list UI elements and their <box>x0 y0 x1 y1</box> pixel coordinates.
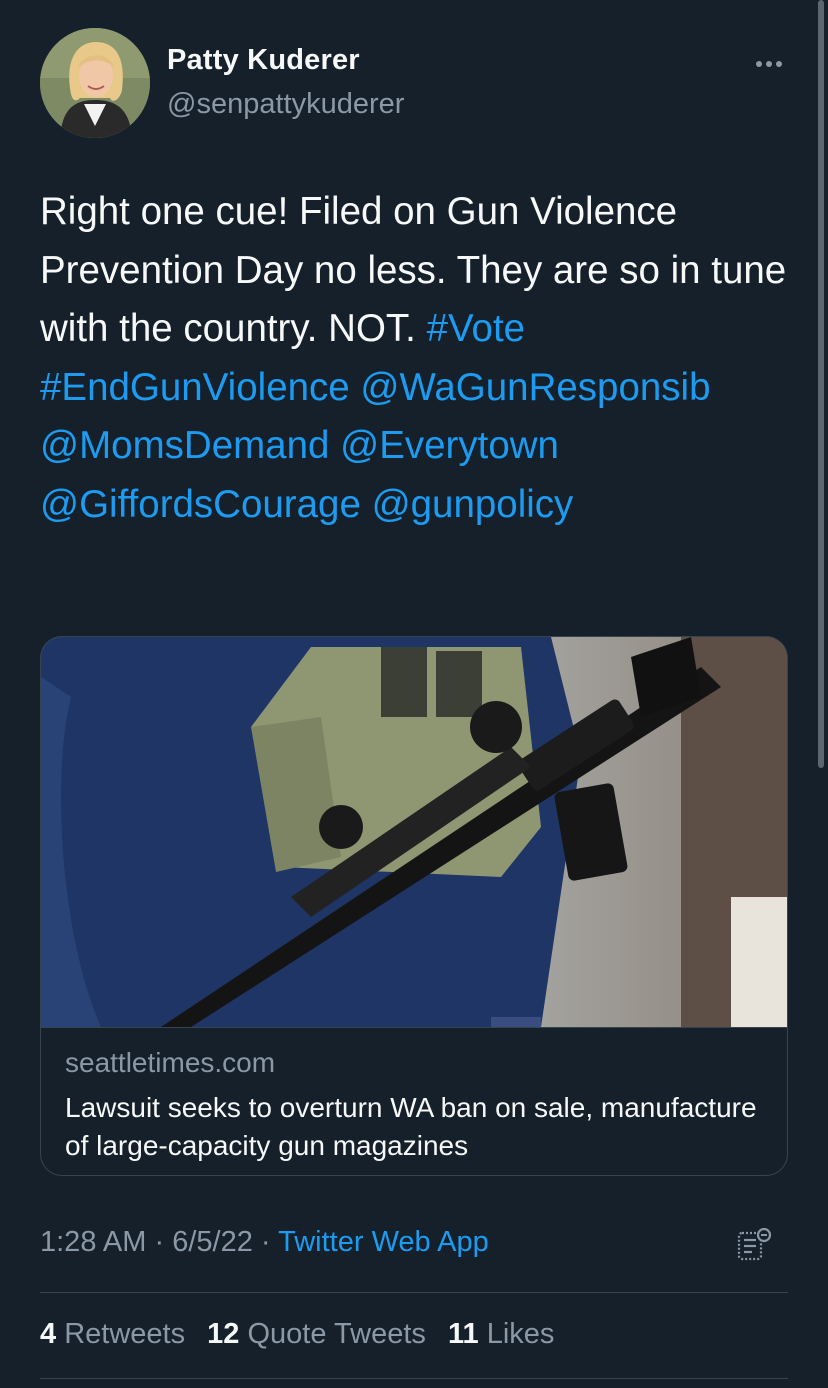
likes-stat[interactable]: 11 Likes <box>448 1318 554 1350</box>
likes-label: Likes <box>486 1318 555 1350</box>
tweet-text-segment <box>361 483 372 526</box>
meta-separator: · <box>260 1226 271 1258</box>
tweet-time[interactable]: 1:28 AM <box>40 1226 146 1258</box>
retweets-stat[interactable]: 4 Retweets <box>40 1318 185 1350</box>
stats-divider-bottom <box>40 1378 788 1379</box>
scrollbar[interactable] <box>818 0 824 768</box>
mention-link[interactable]: @gunpolicy <box>372 483 574 526</box>
quote-tweets-stat[interactable]: 12 Quote Tweets <box>207 1318 426 1350</box>
more-horizontal-icon[interactable] <box>754 56 784 67</box>
avatar-photo <box>40 28 150 138</box>
avatar[interactable] <box>40 28 150 138</box>
author-handle[interactable]: @senpattykuderer <box>167 88 404 121</box>
tweet-page: Patty Kuderer @senpattykuderer Right one… <box>0 0 828 1388</box>
stats-divider-top <box>40 1292 788 1293</box>
card-domain: seattletimes.com <box>65 1047 276 1078</box>
card-divider <box>41 1027 787 1028</box>
tweet-text-segment <box>329 424 340 467</box>
tweet-header: Patty Kuderer @senpattykuderer <box>40 26 788 138</box>
hashtag-link[interactable]: #EndGunViolence <box>40 366 350 409</box>
tweet-text-segment: Right one cue! Filed on Gun Violence Pre… <box>40 190 787 350</box>
quote-tweets-count: 12 <box>207 1318 240 1350</box>
mention-link[interactable]: @MomsDemand <box>40 424 329 467</box>
mention-link[interactable]: @GiffordsCourage <box>40 483 361 526</box>
mention-link[interactable]: @Everytown <box>340 424 559 467</box>
tweet-date[interactable]: 6/5/22 <box>172 1226 253 1258</box>
hashtag-link[interactable]: #Vote <box>427 307 526 350</box>
tweet-stats: 4 Retweets 12 Quote Tweets 11 Likes <box>40 1318 568 1351</box>
retweets-count: 4 <box>40 1318 57 1350</box>
link-card[interactable]: seattletimes.com Lawsuit seeks to overtu… <box>40 636 788 1176</box>
card-image <box>41 637 787 1027</box>
analytics-icon[interactable] <box>736 1226 774 1264</box>
card-title: Lawsuit seeks to overturn WA ban on sale… <box>65 1092 757 1161</box>
retweets-label: Retweets <box>64 1318 186 1350</box>
meta-separator: · <box>154 1226 165 1258</box>
tweet-meta: 1:28 AM · 6/5/22 · Twitter Web App <box>40 1226 489 1259</box>
tweet-text-segment <box>350 366 361 409</box>
tweet-text: Right one cue! Filed on Gun Violence Pre… <box>40 183 800 534</box>
tweet-source[interactable]: Twitter Web App <box>278 1226 489 1258</box>
quote-tweets-label: Quote Tweets <box>247 1318 426 1350</box>
mention-link[interactable]: @WaGunResponsib <box>360 366 710 409</box>
likes-count: 11 <box>447 1318 479 1350</box>
author-name[interactable]: Patty Kuderer <box>167 44 360 77</box>
